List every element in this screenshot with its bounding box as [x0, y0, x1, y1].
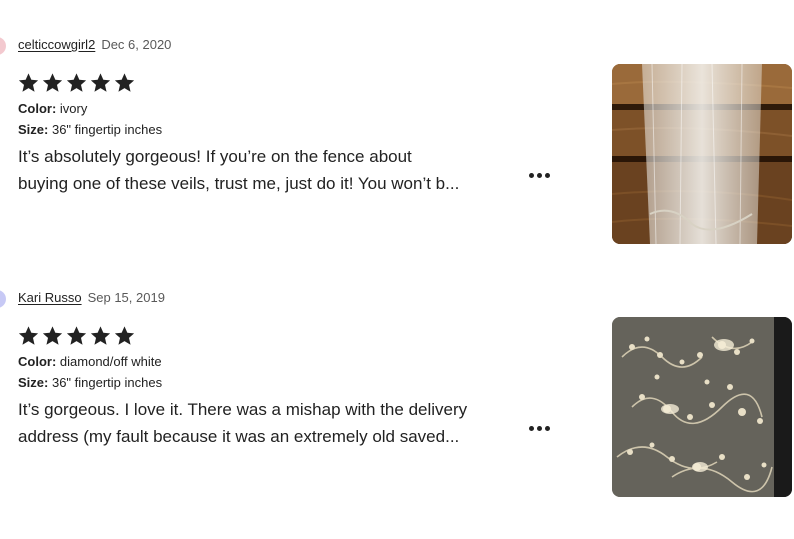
star-icon: [66, 73, 87, 92]
review-text-line: buying one of these veils, trust me, jus…: [18, 174, 460, 193]
more-dots-icon: [522, 163, 556, 187]
variation-size: Size: 36" fingertip inches: [18, 121, 162, 139]
review-text: It’s absolutely gorgeous! If you’re on t…: [18, 143, 538, 197]
reviewer-name-link[interactable]: Kari Russo: [18, 290, 82, 305]
review-card: celticcowgirl2 Dec 6, 2020 Color: ivory S…: [0, 36, 794, 286]
star-rating: [17, 72, 136, 94]
variation-color: Color: ivory: [18, 100, 87, 118]
color-value: diamond/off white: [59, 354, 162, 369]
review-photo[interactable]: [612, 317, 792, 497]
variation-size: Size: 36" fingertip inches: [18, 374, 162, 392]
review-meta: Kari Russo Sep 15, 2019: [18, 289, 165, 307]
variation-color: Color: diamond/off white: [18, 353, 162, 371]
color-label: Color:: [18, 101, 57, 116]
review-text-line: address (my fault because it was an extr…: [18, 427, 460, 446]
review-text: It’s gorgeous. I love it. There was a mi…: [18, 396, 538, 450]
star-icon: [90, 73, 111, 92]
star-icon: [42, 326, 63, 345]
star-icon: [90, 326, 111, 345]
size-value: 36" fingertip inches: [51, 375, 163, 390]
avatar[interactable]: [0, 290, 6, 308]
review-date: Sep 15, 2019: [87, 290, 165, 305]
star-icon: [114, 73, 135, 92]
star-icon: [18, 73, 39, 92]
size-label: Size:: [18, 375, 49, 390]
review-card: Kari Russo Sep 15, 2019 Color: diamond/of…: [0, 289, 794, 539]
star-icon: [66, 326, 87, 345]
show-more-button[interactable]: [522, 416, 556, 440]
show-more-button[interactable]: [522, 163, 556, 187]
review-text-line: It’s absolutely gorgeous! If you’re on t…: [18, 147, 412, 166]
review-date: Dec 6, 2020: [101, 37, 172, 52]
avatar[interactable]: [0, 37, 6, 55]
more-dots-icon: [522, 416, 556, 440]
beaded-lace-photo: [612, 317, 792, 497]
star-icon: [114, 326, 135, 345]
reviewer-name-link[interactable]: celticcowgirl2: [18, 37, 95, 52]
review-photo[interactable]: [612, 64, 792, 244]
star-icon: [18, 326, 39, 345]
star-icon: [42, 73, 63, 92]
star-rating: [17, 325, 136, 347]
size-value: 36" fingertip inches: [51, 122, 163, 137]
review-text-line: It’s gorgeous. I love it. There was a mi…: [18, 400, 468, 419]
veil-on-wood-photo: [612, 64, 792, 244]
review-meta: celticcowgirl2 Dec 6, 2020: [18, 36, 171, 54]
color-label: Color:: [18, 354, 57, 369]
color-value: ivory: [59, 101, 88, 116]
size-label: Size:: [18, 122, 49, 137]
